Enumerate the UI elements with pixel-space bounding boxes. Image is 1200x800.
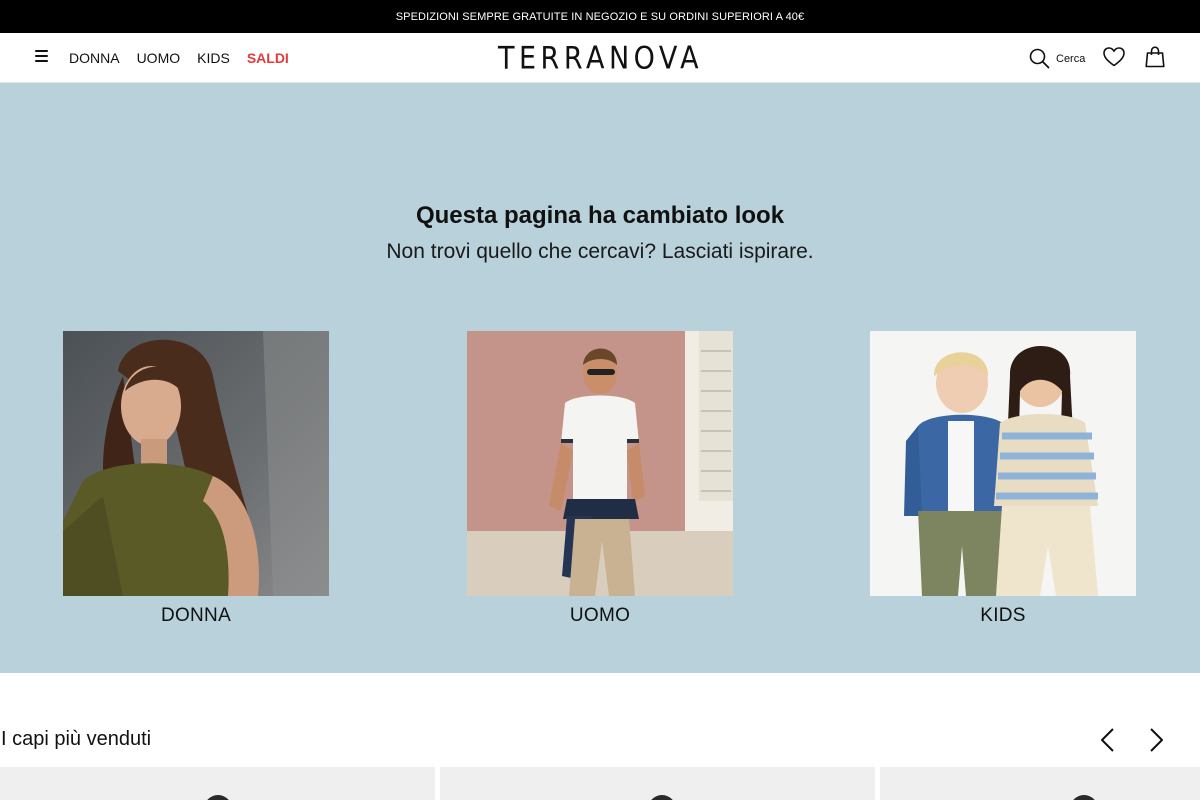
page-subtitle: Non trovi quello che cercavi? Lasciati i… [386, 240, 814, 263]
category-label-kids[interactable]: KIDS [870, 605, 1136, 627]
shopping-bag-icon [1145, 46, 1165, 68]
bestsellers-title: I capi più venduti [1, 728, 152, 750]
category-label-donna[interactable]: DONNA [63, 605, 329, 627]
nav-item-uomo[interactable]: UOMO [137, 50, 181, 66]
category-card-uomo[interactable]: UOMO [467, 331, 733, 627]
heart-icon [1103, 47, 1125, 67]
search-label: Cerca [1056, 52, 1086, 65]
nav-item-kids[interactable]: KIDS [197, 50, 230, 66]
category-label-uomo[interactable]: UOMO [467, 605, 733, 627]
main-nav: DONNA UOMO KIDS SALDI [69, 33, 289, 83]
product-card[interactable] [440, 767, 875, 800]
nav-item-saldi[interactable]: SALDI [247, 50, 289, 66]
product-image [648, 795, 676, 800]
promo-text: SPEDIZIONI SEMPRE GRATUITE IN NEGOZIO E … [395, 10, 805, 23]
product-image [1070, 795, 1098, 800]
search-icon [1029, 48, 1050, 69]
category-image-uomo[interactable] [467, 331, 733, 596]
category-image-kids[interactable] [870, 331, 1136, 596]
promo-bar: SPEDIZIONI SEMPRE GRATUITE IN NEGOZIO E … [0, 0, 1200, 33]
hero-section: Questa pagina ha cambiato look Non trovi… [0, 83, 1200, 673]
hamburger-icon[interactable] [35, 50, 49, 66]
wishlist-button[interactable] [1103, 47, 1125, 72]
site-logo[interactable]: TERRANOVA [498, 41, 699, 77]
category-card-kids[interactable]: KIDS [870, 331, 1136, 627]
page-title: Questa pagina ha cambiato look [415, 202, 785, 229]
product-card[interactable] [880, 767, 1200, 800]
nav-item-donna[interactable]: DONNA [69, 50, 120, 66]
product-image [204, 795, 232, 800]
site-header: DONNA UOMO KIDS SALDI TERRANOVA Cerca [0, 33, 1200, 83]
category-image-donna[interactable] [63, 331, 329, 596]
carousel-next-button[interactable] [1142, 726, 1170, 754]
chevron-right-icon [1150, 728, 1163, 752]
product-card[interactable] [0, 767, 435, 800]
search-button[interactable]: Cerca [1029, 48, 1085, 69]
category-card-donna[interactable]: DONNA [63, 331, 329, 627]
carousel-prev-button[interactable] [1094, 726, 1122, 754]
cart-button[interactable] [1145, 46, 1165, 73]
chevron-left-icon [1101, 728, 1114, 752]
